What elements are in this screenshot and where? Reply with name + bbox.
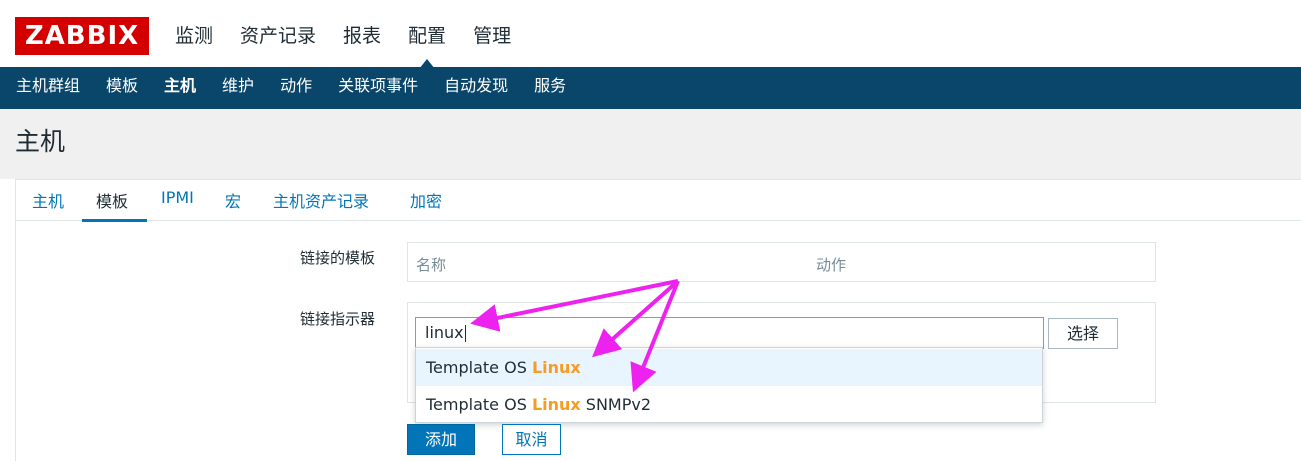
linked-templates-label: 链接的模板: [300, 249, 376, 267]
host-tabs: 主机 模板 IPMI 宏 主机资产记录 加密: [15, 180, 1301, 221]
title-band: [0, 109, 1301, 179]
submenu-item-maintenance[interactable]: 维护: [222, 67, 254, 109]
menu-item-inventory[interactable]: 资产记录: [240, 20, 316, 52]
suggestion-match: Linux: [531, 395, 581, 414]
suggestion-prefix: Template OS: [426, 358, 532, 377]
submenu-item-host-groups[interactable]: 主机群组: [16, 67, 80, 109]
submenu-item-templates[interactable]: 模板: [106, 67, 138, 109]
search-input-value: linux: [425, 323, 464, 342]
suggestion-suffix: SNMPv2: [580, 395, 652, 414]
top-header: ZABBIX 监测 资产记录 报表 配置 管理: [0, 0, 1301, 69]
menu-item-configuration[interactable]: 配置: [408, 20, 446, 69]
menu-item-administration[interactable]: 管理: [473, 20, 511, 52]
column-name: 名称: [416, 256, 447, 274]
linked-templates-table: 名称 动作: [407, 242, 1156, 282]
tab-host[interactable]: 主机: [32, 188, 64, 212]
add-button[interactable]: 添加: [407, 424, 475, 455]
suggestion-prefix: Template OS: [426, 395, 532, 414]
menu-item-reports[interactable]: 报表: [343, 20, 381, 52]
select-button[interactable]: 选择: [1048, 318, 1118, 349]
text-caret: [464, 325, 466, 342]
menu-item-monitoring[interactable]: 监测: [175, 20, 213, 52]
suggestion-item[interactable]: Template OS Linux: [416, 349, 1042, 386]
submenu-item-hosts[interactable]: 主机: [164, 67, 197, 113]
active-tab-indicator: [82, 219, 147, 222]
zabbix-logo[interactable]: ZABBIX: [15, 17, 149, 55]
main-menu: 监测 资产记录 报表 配置 管理: [175, 20, 538, 69]
tab-macros[interactable]: 宏: [225, 188, 241, 212]
tab-templates[interactable]: 模板: [96, 188, 128, 212]
suggestion-item[interactable]: Template OS Linux SNMPv2: [416, 386, 1042, 423]
page-title: 主机: [15, 127, 66, 156]
submenu-item-discovery[interactable]: 自动发现: [444, 67, 508, 109]
submenu-item-actions[interactable]: 动作: [280, 67, 312, 109]
submenu-item-correlation[interactable]: 关联项事件: [338, 67, 418, 109]
sub-menu: 主机群组 模板 主机 维护 动作 关联项事件 自动发现 服务: [0, 67, 1301, 113]
link-indicator-label: 链接指示器: [300, 310, 376, 328]
tab-inventory[interactable]: 主机资产记录: [273, 188, 369, 212]
tab-encryption[interactable]: 加密: [410, 188, 442, 212]
tab-ipmi[interactable]: IPMI: [161, 188, 194, 207]
template-search-input[interactable]: linux: [415, 317, 1044, 349]
suggestion-match: Linux: [531, 358, 581, 377]
submenu-item-services[interactable]: 服务: [534, 67, 566, 109]
suggestion-dropdown: Template OS Linux Template OS Linux SNMP…: [415, 347, 1043, 423]
column-action: 动作: [816, 256, 847, 274]
cancel-button[interactable]: 取消: [502, 424, 561, 455]
